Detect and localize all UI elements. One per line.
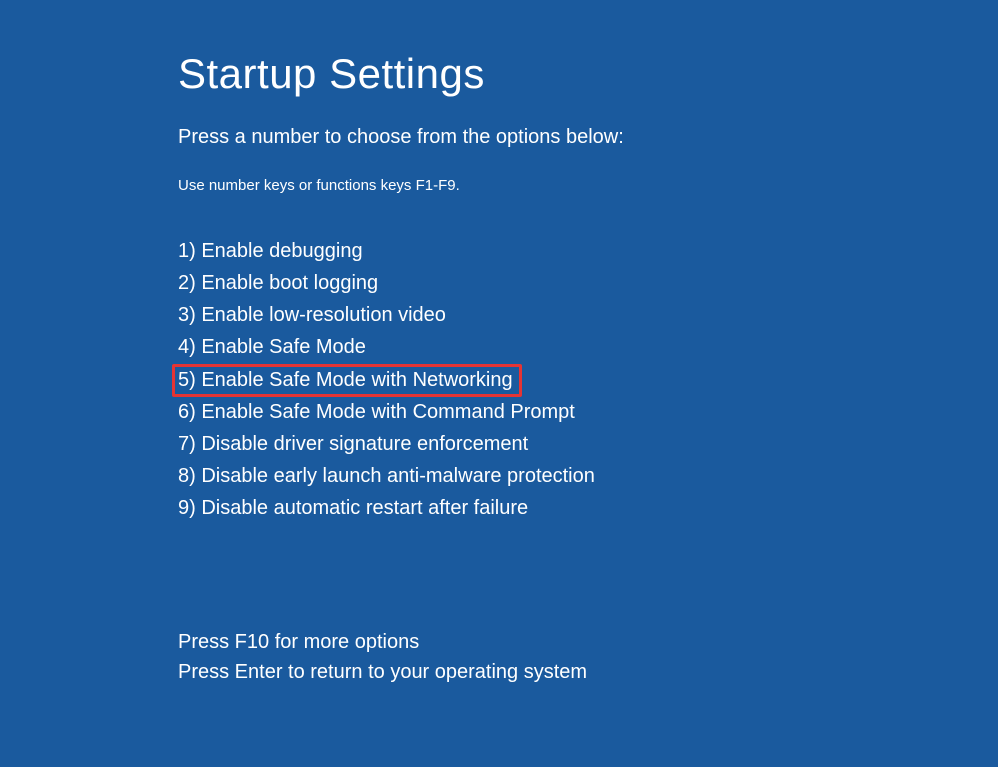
option-5-enable-safe-mode-networking[interactable]: 5) Enable Safe Mode with Networking bbox=[172, 364, 522, 397]
option-3-enable-low-resolution-video[interactable]: 3) Enable low-resolution video bbox=[178, 300, 446, 330]
hint-text: Use number keys or functions keys F1-F9. bbox=[178, 177, 998, 194]
option-9-disable-automatic-restart[interactable]: 9) Disable automatic restart after failu… bbox=[178, 493, 528, 523]
option-7-disable-driver-signature[interactable]: 7) Disable driver signature enforcement bbox=[178, 429, 528, 459]
option-2-enable-boot-logging[interactable]: 2) Enable boot logging bbox=[178, 268, 378, 298]
option-4-enable-safe-mode[interactable]: 4) Enable Safe Mode bbox=[178, 332, 366, 362]
option-8-disable-anti-malware[interactable]: 8) Disable early launch anti-malware pro… bbox=[178, 461, 595, 491]
subtitle: Press a number to choose from the option… bbox=[178, 126, 998, 149]
footer-more-options: Press F10 for more options bbox=[178, 627, 998, 657]
startup-settings-screen: Startup Settings Press a number to choos… bbox=[0, 0, 998, 687]
option-1-enable-debugging[interactable]: 1) Enable debugging bbox=[178, 236, 363, 266]
options-list: 1) Enable debugging 2) Enable boot loggi… bbox=[178, 236, 998, 525]
page-title: Startup Settings bbox=[178, 50, 998, 98]
option-6-enable-safe-mode-command-prompt[interactable]: 6) Enable Safe Mode with Command Prompt bbox=[178, 397, 575, 427]
footer-return: Press Enter to return to your operating … bbox=[178, 657, 998, 687]
